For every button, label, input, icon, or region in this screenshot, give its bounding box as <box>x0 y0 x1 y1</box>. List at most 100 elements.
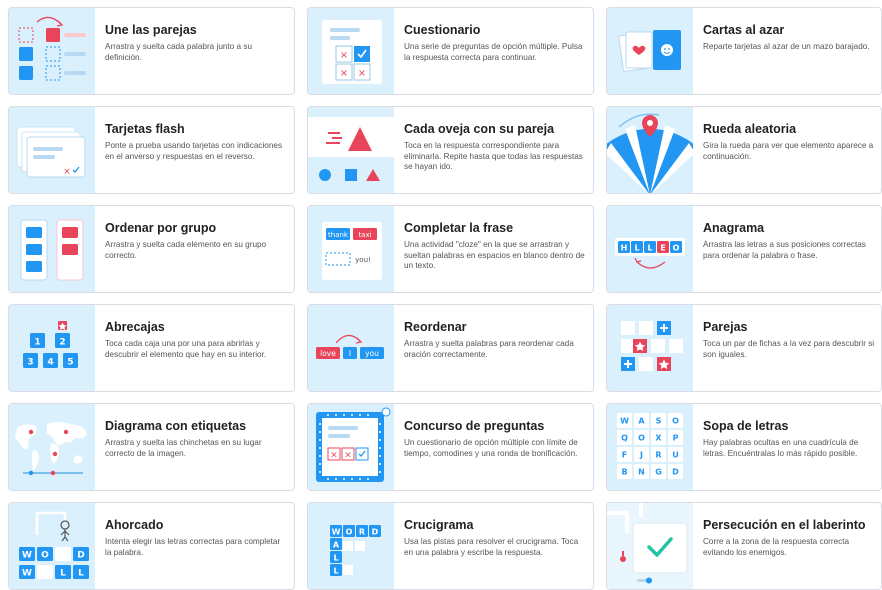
activity-card-cuestionario[interactable]: × × × Cuestionario Una serie de pregunta… <box>307 7 594 95</box>
unjumble-icon: love I you <box>308 305 394 391</box>
activity-card-cartas-al-azar[interactable]: Cartas al azar Reparte tarjetas al azar … <box>606 7 882 95</box>
activity-card-diagrama-con-etiquetas[interactable]: Diagrama con etiquetas Arrastra y suelta… <box>8 403 295 491</box>
activity-description: Una serie de preguntas de opción múltipl… <box>404 42 583 62</box>
activity-title: Ordenar por grupo <box>105 221 217 235</box>
crossword-icon: W O R D A L L <box>308 503 394 589</box>
activity-card-tarjetas-flash[interactable]: × Tarjetas flash Ponte a prueba usando t… <box>8 106 295 194</box>
letter-tile: H <box>621 244 628 253</box>
activity-title: Crucigrama <box>404 518 474 532</box>
hangman-icon: W O D W L L <box>9 503 95 589</box>
activity-title: Sopa de letras <box>703 419 789 433</box>
gameshow-quiz-icon: × × <box>308 404 394 490</box>
grid-letter: F <box>622 451 627 460</box>
random-cards-icon <box>607 8 693 94</box>
activity-description: Una actividad "cloze" en la que se arras… <box>404 240 585 271</box>
grid-letter: P <box>673 434 679 443</box>
letter-tile: O <box>673 244 680 253</box>
activity-title: Completar la frase <box>404 221 514 235</box>
activity-title: Persecución en el laberinto <box>703 518 866 532</box>
letter-tile: D <box>372 528 379 537</box>
grid-letter: O <box>672 417 679 426</box>
activity-title: Anagrama <box>703 221 765 235</box>
grid-letter: A <box>638 417 645 426</box>
letter-tile: L <box>78 569 84 579</box>
quiz-icon: × × × <box>308 8 394 94</box>
chip-text: thank <box>328 231 349 239</box>
activity-title: Rueda aleatoria <box>703 122 797 136</box>
grid-letter: R <box>655 451 661 460</box>
letter-tile: E <box>660 244 665 253</box>
grid-letter: Q <box>621 434 628 443</box>
letter-tile: L <box>647 244 652 253</box>
grid-letter: W <box>620 417 629 426</box>
grid-letter: J <box>639 451 643 460</box>
letter-tile: L <box>333 554 338 563</box>
activity-title: Diagrama con etiquetas <box>105 419 247 433</box>
activity-title: Ahorcado <box>105 518 164 532</box>
activity-description: Toca cada caja una por una para abrirlas… <box>105 339 267 359</box>
box-number: 5 <box>67 358 73 368</box>
activity-description: Arrastra y suelta las chinchetas en su l… <box>105 438 262 458</box>
activity-card-abrecajas[interactable]: 1 2 3 4 5 Abrecajas Toca cada caja una p… <box>8 304 295 392</box>
svg-text:×: × <box>330 451 338 461</box>
activity-card-une-las-parejas[interactable]: Une las parejas Arrastra y suelta cada p… <box>8 7 295 95</box>
word-tile: you <box>365 349 379 358</box>
letter-tile: O <box>41 551 49 561</box>
activity-description: Toca un par de fichas a la vez para desc… <box>703 339 875 359</box>
grid-letter: S <box>656 417 662 426</box>
activity-card-ahorcado[interactable]: W O D W L L Ahorcado Intenta elegir las … <box>8 502 295 590</box>
activity-card-rueda-aleatoria[interactable]: Rueda aleatoria Gira la rueda para ver q… <box>606 106 882 194</box>
activity-title: Reordenar <box>404 320 467 334</box>
group-sort-icon <box>9 206 95 292</box>
svg-text:×: × <box>344 451 352 461</box>
complete-sentence-icon: thank taxi you! <box>308 206 394 292</box>
activity-description: Corre a la zona de la respuesta correcta… <box>703 537 850 557</box>
activity-description: Un cuestionario de opción múltiple con l… <box>404 438 578 458</box>
activity-title: Tarjetas flash <box>105 122 185 136</box>
activity-description: Arrastra y suelta cada elemento en su gr… <box>105 240 267 260</box>
activity-card-persecucion-en-el-laberinto[interactable]: Persecución en el laberinto Corre a la z… <box>606 502 882 590</box>
activity-description: Arrastra las letras a sus posiciones cor… <box>703 240 866 260</box>
activity-card-concurso-de-preguntas[interactable]: × × Concurso de preguntas Un cuestionari… <box>307 403 594 491</box>
labelled-diagram-icon <box>9 404 95 490</box>
svg-text:×: × <box>63 167 71 177</box>
activity-card-anagrama[interactable]: H L L E O Anagrama Arrastra las letras a… <box>606 205 882 293</box>
activity-description: Arrastra y suelta palabras para reordena… <box>404 339 574 359</box>
activity-title: Parejas <box>703 320 748 334</box>
grid-letter: D <box>672 468 679 477</box>
letter-tile: L <box>60 569 66 579</box>
anagram-icon: H L L E O <box>607 206 693 292</box>
grid-letter: X <box>655 434 662 443</box>
activity-title: Une las parejas <box>105 23 197 37</box>
activity-description: Reparte tarjetas al azar de un mazo bara… <box>703 42 870 51</box>
activity-description: Arrastra y suelta cada palabra junto a s… <box>105 42 253 62</box>
activity-title: Cartas al azar <box>703 23 785 37</box>
activity-card-crucigrama[interactable]: W O R D A L L Crucigrama Usa las pistas … <box>307 502 594 590</box>
letter-tile: O <box>346 528 353 537</box>
box-number: 4 <box>47 358 53 368</box>
activity-card-parejas[interactable]: Parejas Toca un par de fichas a la vez p… <box>606 304 882 392</box>
activity-card-ordenar-por-grupo[interactable]: Ordenar por grupo Arrastra y suelta cada… <box>8 205 295 293</box>
chip-text: you! <box>355 256 371 264</box>
letter-tile: R <box>359 528 365 537</box>
grid-letter: N <box>638 468 645 477</box>
word-tile: I <box>349 349 351 358</box>
activity-description: Intenta elegir las letras correctas para… <box>105 537 281 557</box>
flash-cards-icon: × <box>9 107 95 193</box>
activity-description: Gira la rueda para ver que elemento apar… <box>703 141 874 161</box>
activity-card-sopa-de-letras[interactable]: WA S O Q O X P F J R U B N G D Sopa de letras Hay pala… <box>606 403 882 491</box>
activity-description: Hay palabras ocultas en una cuadrícula d… <box>703 438 859 458</box>
box-number: 2 <box>59 338 65 348</box>
activity-title: Cuestionario <box>404 23 481 37</box>
maze-chase-icon <box>607 503 693 589</box>
activity-title: Cada oveja con su pareja <box>404 122 555 136</box>
activity-card-cada-oveja-con-su-pareja[interactable]: Cada oveja con su pareja Toca en la resp… <box>307 106 594 194</box>
chip-text: taxi <box>358 231 371 239</box>
activity-description: Toca en la respuesta correspondiente par… <box>404 141 583 172</box>
letter-tile: L <box>634 244 639 253</box>
activity-card-reordenar[interactable]: love I you Reordenar Arrastra y suelta p… <box>307 304 594 392</box>
activity-card-completar-la-frase[interactable]: thank taxi you! Completar la frase Una a… <box>307 205 594 293</box>
random-wheel-icon <box>607 107 693 193</box>
svg-text:×: × <box>340 68 348 79</box>
letter-tile: A <box>333 541 340 550</box>
